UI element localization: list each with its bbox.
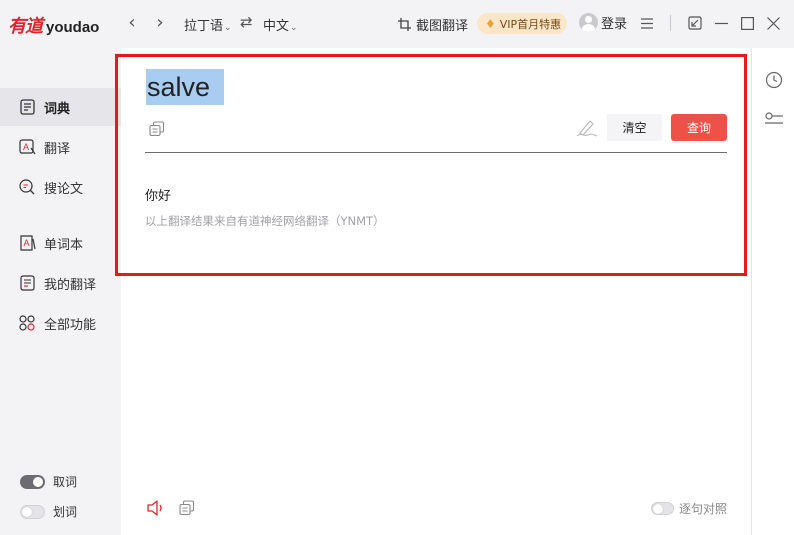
titlebar-divider — [670, 15, 671, 31]
clear-button[interactable]: 清空 — [607, 114, 662, 141]
dictionary-icon — [18, 98, 36, 116]
logo-cn: 有道 — [8, 16, 43, 37]
logo-en: youdao — [46, 19, 100, 36]
sentence-compare-toggle[interactable]: 逐句对照 — [651, 500, 727, 517]
screenshot-translate-label: 截图翻译 — [416, 19, 469, 34]
vip-promo-button[interactable]: ♦ VIP首月特惠 — [477, 13, 567, 34]
close-icon[interactable] — [764, 14, 782, 32]
main-panel: salve 清空 查询 你好 以上翻译结果来自有道神经网络翻译（YNMT） 逐句… — [115, 48, 751, 535]
maximize-icon[interactable] — [738, 14, 756, 32]
target-language-select[interactable]: 中文⌄ — [263, 15, 298, 34]
screenshot-translate-button[interactable]: 截图翻译 — [398, 15, 468, 34]
right-rail — [751, 48, 794, 535]
sidebar-item-my-translation[interactable]: 我的翻译 — [0, 264, 121, 302]
copy-result-icon[interactable] — [179, 500, 195, 516]
sidebar-item-dictionary[interactable]: 词典 — [0, 88, 121, 126]
copy-icon[interactable] — [149, 121, 165, 137]
speaker-icon[interactable] — [146, 499, 166, 517]
crown-icon: ♦ — [485, 16, 496, 31]
hamburger-icon[interactable] — [638, 14, 656, 32]
svg-text:A: A — [23, 142, 29, 152]
toggle-label: 取词 — [53, 475, 78, 489]
sidebar-item-label: 单词本 — [44, 237, 84, 253]
vip-label: VIP首月特惠 — [499, 17, 562, 31]
svg-text:A: A — [23, 238, 29, 248]
translation-source-note: 以上翻译结果来自有道神经网络翻译（YNMT） — [145, 214, 385, 228]
sidebar-item-wordbook[interactable]: A 单词本 — [0, 224, 121, 262]
translation-result: 你好 — [145, 189, 172, 204]
word-capture-toggle[interactable]: 取词 — [20, 473, 77, 490]
select-word-toggle[interactable]: 划词 — [20, 503, 77, 520]
login-label: 登录 — [601, 17, 628, 32]
query-input[interactable]: salve — [146, 69, 225, 105]
sidebar-item-all-features[interactable]: 全部功能 — [0, 304, 121, 342]
input-divider — [145, 152, 727, 153]
chevron-down-icon: ⌄ — [224, 23, 232, 33]
settings-slider-icon[interactable] — [765, 110, 783, 128]
toggle-switch[interactable] — [20, 474, 45, 489]
my-translation-icon — [18, 274, 36, 292]
minimize-icon[interactable] — [712, 14, 730, 32]
sidebar-item-search-paper[interactable]: 搜论文 — [0, 168, 121, 206]
avatar-icon — [579, 13, 598, 32]
history-icon[interactable] — [765, 71, 783, 89]
search-paper-icon — [18, 178, 36, 196]
translate-icon: A — [18, 138, 36, 156]
title-bar: 有道 youdao ‹ › 拉丁语⌄ ⇄ 中文⌄ 截图翻译 ♦ VIP首月特惠 … — [0, 0, 794, 48]
sidebar-item-label: 翻译 — [44, 141, 71, 157]
swap-icon[interactable]: ⇄ — [240, 13, 253, 31]
handwriting-icon[interactable] — [576, 118, 598, 138]
sidebar-item-label: 搜论文 — [44, 181, 84, 197]
sidebar-item-label: 全部功能 — [44, 317, 97, 333]
sidebar-item-translate[interactable]: A 翻译 — [0, 128, 121, 166]
mini-mode-icon[interactable] — [686, 14, 704, 32]
sidebar-item-label: 词典 — [44, 101, 71, 117]
youdao-logo: 有道 youdao — [8, 12, 99, 38]
toggle-label: 划词 — [53, 505, 78, 519]
chevron-right-icon[interactable]: › — [150, 12, 170, 34]
login-button[interactable]: 登录 — [579, 13, 627, 32]
toggle-switch[interactable] — [651, 502, 674, 515]
sidebar-item-label: 我的翻译 — [44, 277, 97, 293]
query-button[interactable]: 查询 — [671, 114, 727, 141]
source-language-label: 拉丁语 — [184, 19, 224, 34]
wordbook-icon: A — [18, 234, 36, 252]
chevron-left-icon[interactable]: ‹ — [122, 12, 142, 34]
sidebar: 词典 A 翻译 搜论文 A 单词本 我的翻译 全部功能 取词 划词 — [0, 48, 121, 535]
crop-icon — [398, 18, 411, 31]
source-language-select[interactable]: 拉丁语⌄ — [184, 15, 232, 34]
target-language-label: 中文 — [263, 19, 290, 34]
all-features-icon — [18, 314, 36, 332]
sentence-compare-label: 逐句对照 — [679, 502, 728, 516]
chevron-down-icon: ⌄ — [290, 23, 298, 33]
toggle-switch[interactable] — [20, 504, 45, 519]
